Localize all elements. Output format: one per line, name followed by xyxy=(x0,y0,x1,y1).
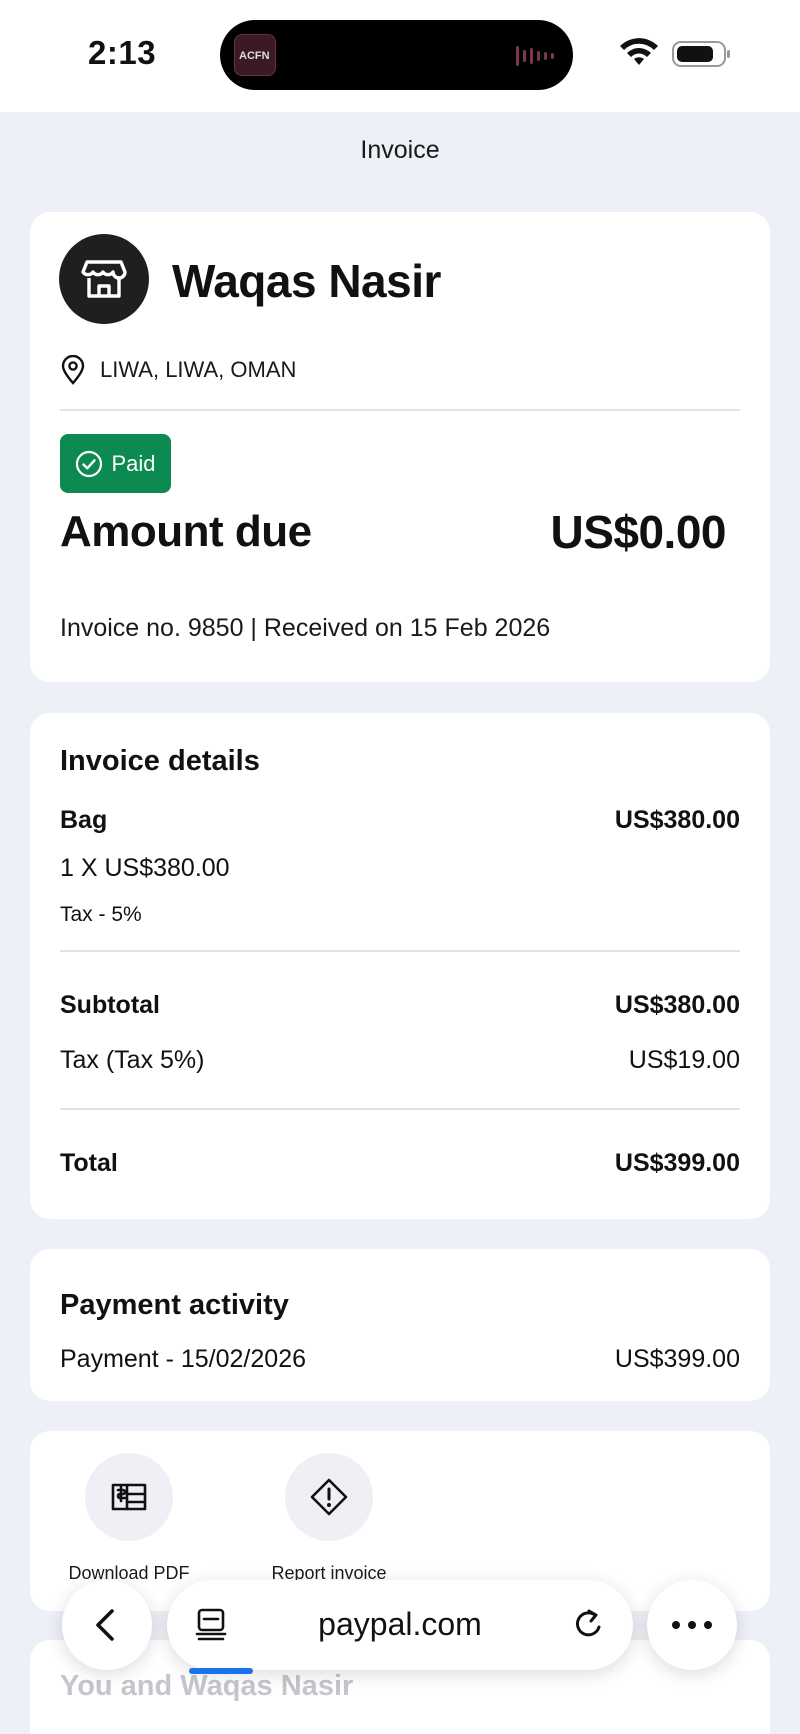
status-bar: 2:13 ACFN xyxy=(0,0,800,112)
total-value: US$399.00 xyxy=(614,1149,740,1177)
tax-value: US$19.00 xyxy=(628,1046,740,1074)
tab-indicator xyxy=(189,1668,253,1674)
line-item-name: Bag xyxy=(60,806,108,834)
report-invoice-button[interactable]: Report invoice xyxy=(239,1453,419,1584)
divider xyxy=(60,409,740,411)
invoice-details-card: Invoice details Bag US$380.00 1 X US$380… xyxy=(30,713,770,1219)
invoice-details-title: Invoice details xyxy=(60,745,260,777)
payment-entry-label: Payment - 15/02/2026 xyxy=(60,1345,306,1373)
more-options-button[interactable] xyxy=(647,1580,737,1670)
line-item-tax: Tax - 5% xyxy=(60,903,142,926)
status-badge-label: Paid xyxy=(111,450,156,476)
payment-activity-title: Payment activity xyxy=(60,1289,289,1321)
reload-icon[interactable] xyxy=(571,1605,607,1643)
check-circle-icon xyxy=(76,450,103,477)
merchant-location: LIWA, LIWA, OMAN xyxy=(100,357,297,382)
wifi-icon xyxy=(620,38,658,65)
address-bar-url[interactable]: paypal.com xyxy=(167,1606,633,1643)
back-button[interactable] xyxy=(62,1580,152,1670)
merchant-name: Waqas Nasir xyxy=(172,255,441,307)
line-item-qty-price: 1 X US$380.00 xyxy=(60,854,230,882)
page-title: Invoice xyxy=(360,136,440,164)
merchant-card: Waqas Nasir LIWA, LIWA, OMAN Paid Amount… xyxy=(30,212,770,682)
report-invoice-icon-circle[interactable] xyxy=(285,1453,373,1541)
subtotal-label: Subtotal xyxy=(60,991,160,1019)
now-playing-thumbnail-text: ACFN xyxy=(239,50,270,62)
warning-diamond-icon xyxy=(310,1478,348,1516)
battery-icon xyxy=(672,41,730,67)
download-pdf-icon-circle[interactable] xyxy=(85,1453,173,1541)
location-row: LIWA, LIWA, OMAN xyxy=(60,354,296,386)
total-label: Total xyxy=(60,1149,118,1177)
amount-due-label: Amount due xyxy=(60,507,312,556)
dynamic-island: ACFN xyxy=(220,20,573,90)
download-pdf-button[interactable]: Download PDF xyxy=(39,1453,219,1584)
location-pin-icon xyxy=(61,355,85,385)
status-time: 2:13 xyxy=(88,34,157,71)
divider xyxy=(60,1108,740,1110)
divider xyxy=(60,950,740,952)
tax-label: Tax (Tax 5%) xyxy=(60,1046,205,1074)
merchant-avatar xyxy=(59,234,149,324)
invoice-meta: Invoice no. 9850 | Received on 15 Feb 20… xyxy=(60,614,551,642)
invoice-pdf-icon xyxy=(111,1483,147,1511)
line-item-amount: US$380.00 xyxy=(614,806,740,834)
audio-wave-icon xyxy=(516,46,554,66)
amount-due-value: US$0.00 xyxy=(550,506,726,558)
more-dots-icon xyxy=(672,1621,712,1629)
subtotal-value: US$380.00 xyxy=(614,991,740,1019)
browser-toolbar: paypal.com xyxy=(0,1580,800,1674)
storefront-icon xyxy=(81,260,127,298)
status-badge: Paid xyxy=(60,434,171,493)
now-playing-thumbnail: ACFN xyxy=(234,34,276,76)
address-bar[interactable]: paypal.com xyxy=(167,1580,633,1674)
chevron-left-icon xyxy=(96,1609,114,1641)
payment-entry-value: US$399.00 xyxy=(614,1345,740,1373)
relationship-title: You and Waqas Nasir xyxy=(60,1670,354,1702)
payment-activity-card: Payment activity Payment - 15/02/2026 US… xyxy=(30,1249,770,1401)
